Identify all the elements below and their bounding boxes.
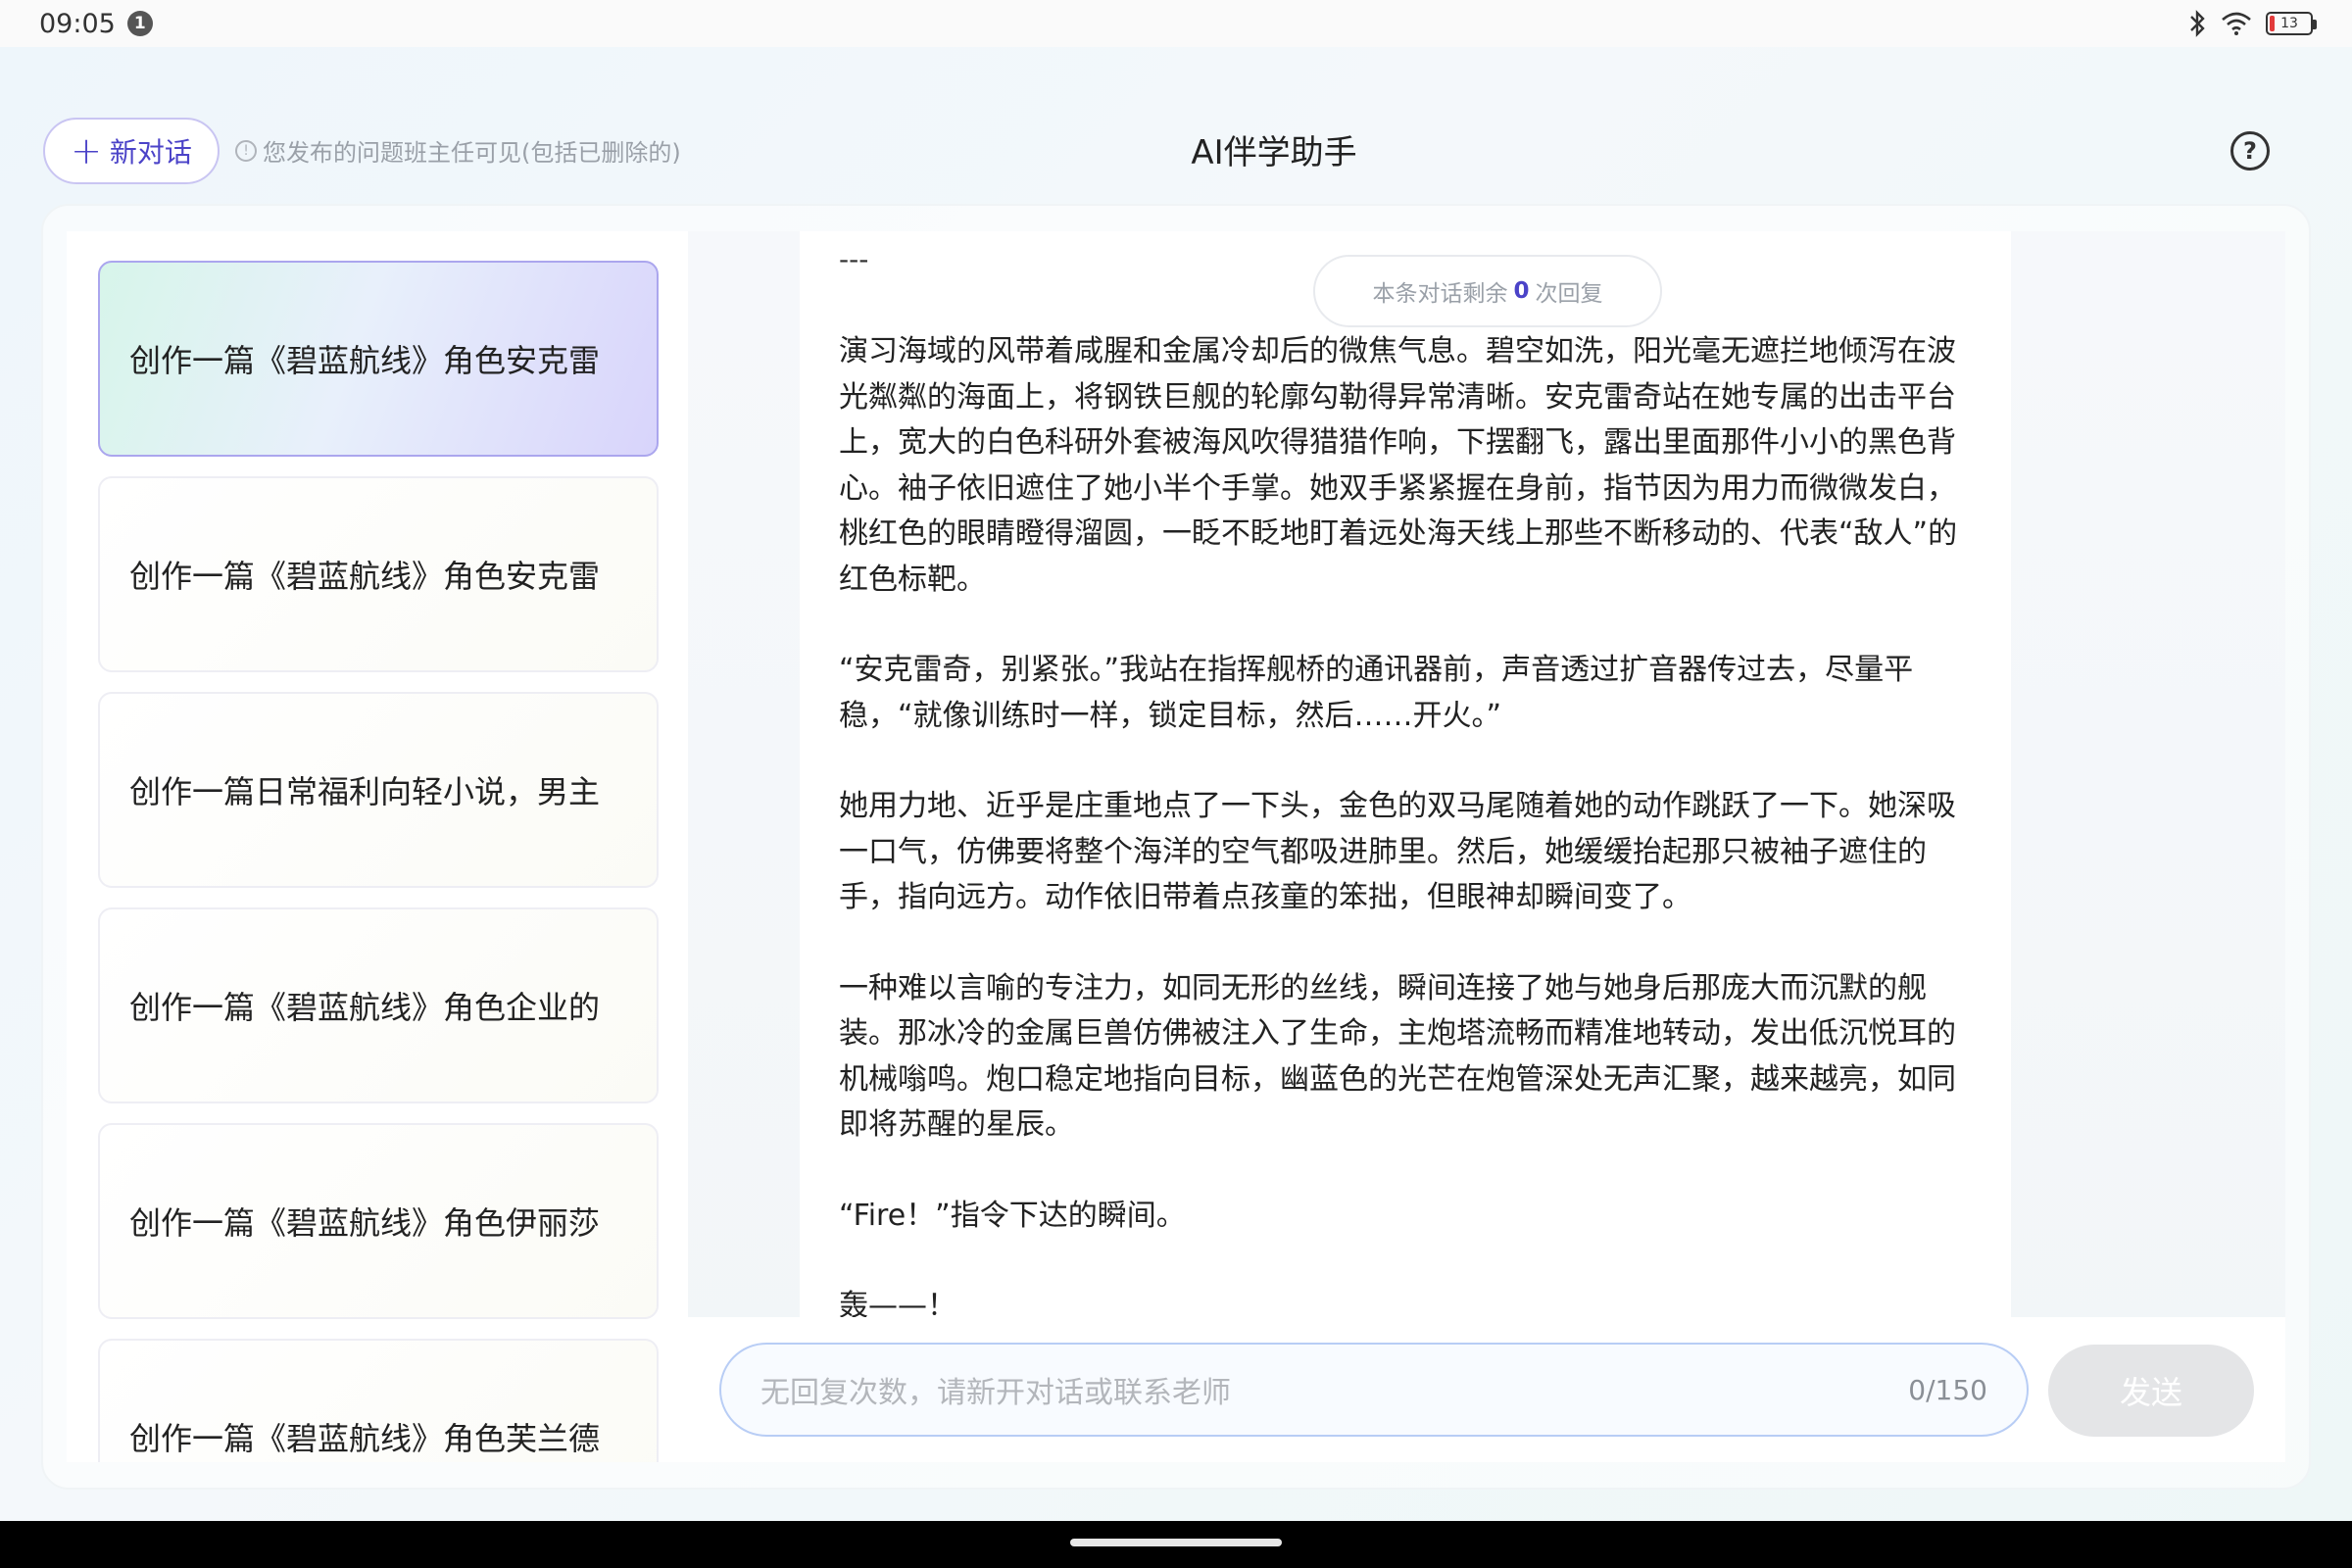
message-paragraph: “安克雷奇，别紧张。”我站在指挥舰桥的通讯器前，声音透过扩音器传过去，尽量平稳，… bbox=[839, 653, 1914, 733]
assistant-message: --- 演习海域的风带着咸腥和金属冷却后的微焦气息。碧空如洗，阳光毫无遮拦地倾泻… bbox=[800, 231, 2011, 1317]
notice-text: 您发布的问题班主任可见(包括已删除的) bbox=[263, 139, 681, 167]
message-input[interactable]: 无回复次数，请新开对话或联系老师 0/150 bbox=[719, 1343, 2029, 1437]
send-button[interactable]: 发送 bbox=[2048, 1345, 2254, 1437]
conversation-title: 创作一篇《碧蓝航线》角色安克雷 bbox=[129, 342, 601, 379]
info-icon: ! bbox=[235, 139, 257, 162]
remaining-prefix: 本条对话剩余 bbox=[1372, 281, 1508, 307]
remaining-replies-badge: 本条对话剩余 0 次回复 bbox=[1313, 255, 1662, 327]
conversation-list[interactable]: 创作一篇《碧蓝航线》角色安克雷 创作一篇《碧蓝航线》角色安克雷 创作一篇日常福利… bbox=[67, 231, 688, 1462]
message-paragraph: 演习海域的风带着咸腥和金属冷却后的微焦气息。碧空如洗，阳光毫无遮拦地倾泻在波光粼… bbox=[839, 334, 1958, 597]
bluetooth-icon bbox=[2190, 10, 2205, 37]
battery-percent: 13 bbox=[2280, 16, 2298, 31]
status-left: 09:05 1 bbox=[39, 9, 153, 39]
conversation-title: 创作一篇《碧蓝航线》角色安克雷 bbox=[129, 558, 601, 595]
conversation-title: 创作一篇日常福利向轻小说，男主 bbox=[129, 773, 601, 810]
message-paragraph: 她用力地、近乎是庄重地点了一下头，金色的双马尾随着她的动作跳跃了一下。她深吸一口… bbox=[839, 789, 1956, 914]
conversation-title: 创作一篇《碧蓝航线》角色伊丽莎 bbox=[129, 1204, 601, 1242]
wifi-icon bbox=[2222, 12, 2251, 35]
conversation-item[interactable]: 创作一篇《碧蓝航线》角色企业的 bbox=[98, 907, 659, 1103]
plus-icon: + bbox=[71, 129, 102, 172]
conversation-title: 创作一篇《碧蓝航线》角色芙兰德 bbox=[129, 1420, 601, 1457]
remaining-suffix: 次回复 bbox=[1535, 281, 1603, 307]
header: + 新对话 ! 您发布的问题班主任可见(包括已删除的) AI伴学助手 ? bbox=[0, 47, 2352, 204]
message-paragraph: “Fire！”指令下达的瞬间。 bbox=[839, 1198, 1186, 1233]
message-body: 演习海域的风带着咸腥和金属冷却后的微焦气息。碧空如洗，阳光毫无遮拦地倾泻在波光粼… bbox=[839, 329, 1976, 1317]
home-gesture-bar[interactable] bbox=[1070, 1539, 1282, 1546]
remaining-count: 0 bbox=[1513, 278, 1530, 304]
message-paragraph: 一种难以言喻的专注力，如同无形的丝线，瞬间连接了她与她身后那庞大而沉默的舰装。那… bbox=[839, 970, 1956, 1143]
visibility-notice: ! 您发布的问题班主任可见(包括已删除的) bbox=[235, 133, 681, 168]
conversation-item[interactable]: 创作一篇《碧蓝航线》角色伊丽莎 bbox=[98, 1123, 659, 1319]
battery-icon: 13 bbox=[2266, 12, 2317, 35]
message-paragraph: 轰——！ bbox=[839, 1289, 956, 1317]
notification-icon: 1 bbox=[126, 11, 153, 36]
message-divider: --- bbox=[839, 243, 869, 275]
status-bar: 09:05 1 13 bbox=[0, 0, 2352, 47]
new-chat-button[interactable]: + 新对话 bbox=[43, 118, 220, 184]
status-right: 13 bbox=[2187, 10, 2317, 37]
conversation-title: 创作一篇《碧蓝航线》角色企业的 bbox=[129, 989, 601, 1026]
conversation-item[interactable]: 创作一篇日常福利向轻小说，男主 bbox=[98, 692, 659, 888]
conversation-item[interactable]: 创作一篇《碧蓝航线》角色安克雷 bbox=[98, 261, 659, 457]
status-time: 09:05 bbox=[39, 8, 116, 39]
character-counter: 0/150 bbox=[1908, 1373, 1987, 1406]
input-placeholder: 无回复次数，请新开对话或联系老师 bbox=[760, 1376, 1231, 1410]
conversation-item[interactable]: 创作一篇《碧蓝航线》角色安克雷 bbox=[98, 476, 659, 672]
page-title: AI伴学助手 bbox=[1191, 133, 1357, 172]
conversation-item[interactable]: 创作一篇《碧蓝航线》角色芙兰德 bbox=[98, 1339, 659, 1462]
help-icon[interactable]: ? bbox=[2230, 131, 2270, 171]
new-chat-label: 新对话 bbox=[109, 136, 192, 169]
